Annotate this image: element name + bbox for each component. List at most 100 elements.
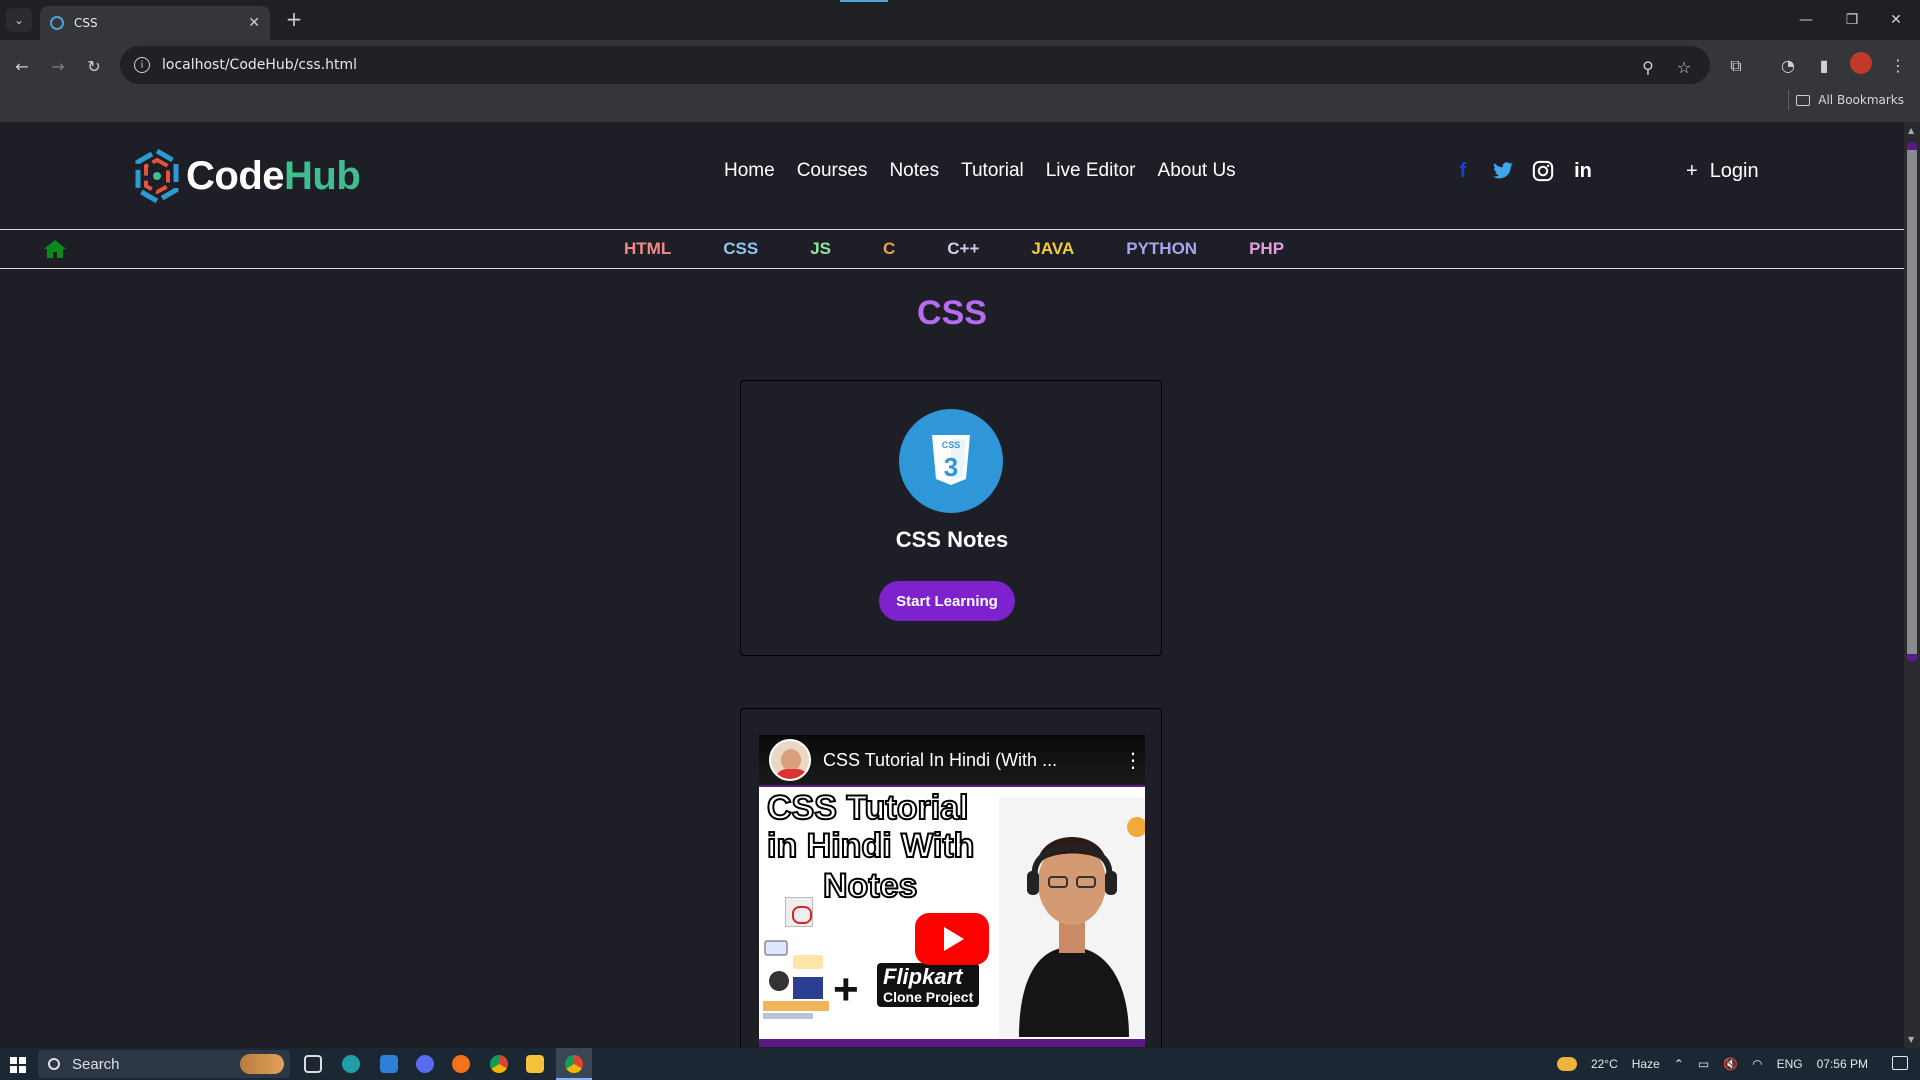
- page-scrollbar[interactable]: ▲ ▼: [1904, 122, 1920, 1048]
- edge-icon[interactable]: [342, 1055, 360, 1073]
- close-tab-icon[interactable]: ✕: [248, 15, 260, 31]
- twitter-icon[interactable]: [1492, 162, 1514, 180]
- browser-toolbar: ← → ↻ i localhost/CodeHub/css.html ⚲ ☆ ⧉…: [0, 40, 1920, 126]
- lang-java[interactable]: JAVA: [1031, 239, 1074, 259]
- flipkart-label: Flipkart: [883, 964, 963, 989]
- minimize-button[interactable]: —: [1786, 8, 1826, 32]
- media-app-icon[interactable]: [416, 1055, 434, 1073]
- login-button[interactable]: + Login: [1686, 160, 1759, 183]
- card-title: CSS Notes: [895, 527, 1009, 552]
- menu-icon[interactable]: ⋮: [1886, 54, 1910, 78]
- logo-code: Code: [186, 153, 285, 198]
- restore-button[interactable]: ❐: [1832, 8, 1872, 32]
- svg-text:3: 3: [944, 452, 958, 482]
- css3-logo-icon: CSS 3: [899, 409, 1003, 513]
- facebook-icon[interactable]: f: [1452, 160, 1474, 182]
- search-icon: [48, 1058, 60, 1070]
- play-button[interactable]: [915, 913, 989, 965]
- firefox-icon[interactable]: [452, 1055, 470, 1073]
- nav-notes[interactable]: Notes: [889, 160, 939, 182]
- bookmark-star-icon[interactable]: ☆: [1672, 56, 1696, 80]
- nav-home[interactable]: Home: [724, 160, 775, 182]
- lang-js[interactable]: JS: [810, 239, 831, 259]
- input-language[interactable]: ENG: [1777, 1057, 1803, 1071]
- nav-live-editor[interactable]: Live Editor: [1046, 160, 1136, 182]
- social-links: f in: [1452, 160, 1594, 182]
- chrome-dev-icon: [565, 1055, 583, 1073]
- flipkart-badge: Flipkart Clone Project: [877, 963, 980, 1007]
- bookmarks-label: All Bookmarks: [1818, 93, 1904, 107]
- extensions-icon[interactable]: ⧉: [1724, 54, 1748, 78]
- notifications-icon[interactable]: [1892, 1056, 1908, 1070]
- back-icon[interactable]: ←: [8, 52, 36, 80]
- nav-courses[interactable]: Courses: [797, 160, 868, 182]
- scrollbar-thumb[interactable]: [1907, 142, 1917, 662]
- start-learning-button[interactable]: Start Learning: [879, 581, 1015, 621]
- address-bar[interactable]: i localhost/CodeHub/css.html ⚲ ☆: [120, 46, 1710, 84]
- reload-icon[interactable]: ↻: [80, 52, 108, 80]
- code-illustration-icon: [763, 940, 829, 1019]
- close-window-button[interactable]: ✕: [1876, 8, 1916, 32]
- task-view-icon[interactable]: [304, 1055, 322, 1073]
- forward-icon[interactable]: →: [44, 52, 72, 80]
- active-chrome-app[interactable]: [556, 1048, 592, 1080]
- side-panel-icon[interactable]: ▮: [1812, 54, 1836, 78]
- file-explorer-icon[interactable]: [526, 1055, 544, 1073]
- nav-about-us[interactable]: About Us: [1158, 160, 1236, 182]
- notes-card: CSS 3 CSS Notes Start Learning: [740, 380, 1162, 656]
- video-header: CSS Tutorial In Hindi (With ... ⋮: [759, 735, 1145, 785]
- battery-icon[interactable]: ▭: [1698, 1057, 1709, 1071]
- lang-php[interactable]: PHP: [1249, 239, 1284, 259]
- weather-icon[interactable]: [1556, 1057, 1577, 1071]
- plus-icon: +: [833, 965, 859, 1014]
- weather-text[interactable]: Haze: [1632, 1057, 1660, 1071]
- lang-html[interactable]: HTML: [624, 239, 671, 259]
- scroll-down-icon[interactable]: ▼: [1908, 1035, 1914, 1044]
- browser-tab[interactable]: CSS ✕: [40, 6, 270, 40]
- lang-css[interactable]: CSS: [723, 239, 758, 259]
- profile-avatar[interactable]: [1850, 52, 1872, 74]
- thumbnail-text-line1: CSS Tutorial: [766, 788, 969, 828]
- taskbar-search[interactable]: Search: [38, 1050, 290, 1078]
- logo-wordmark: CodeHub: [186, 153, 361, 199]
- all-bookmarks-button[interactable]: All Bookmarks: [1796, 88, 1904, 112]
- site-header: CodeHub Home Courses Notes Tutorial Live…: [0, 122, 1904, 230]
- search-placeholder: Search: [72, 1055, 120, 1073]
- clock[interactable]: 07:56 PM: [1817, 1057, 1868, 1071]
- wifi-icon[interactable]: ◠: [1752, 1057, 1762, 1071]
- linkedin-icon[interactable]: in: [1572, 160, 1594, 182]
- scroll-up-icon[interactable]: ▲: [1908, 126, 1914, 135]
- tray-chevron-icon[interactable]: ⌃: [1674, 1057, 1684, 1071]
- lang-python[interactable]: PYTHON: [1126, 239, 1197, 259]
- codehub-logo-icon: [135, 148, 179, 204]
- chrome-icon[interactable]: [490, 1055, 508, 1073]
- lang-cpp[interactable]: C++: [947, 239, 979, 259]
- site-logo[interactable]: CodeHub: [134, 148, 361, 204]
- mail-icon[interactable]: [380, 1055, 398, 1073]
- performance-icon[interactable]: ◔: [1776, 54, 1800, 78]
- temperature[interactable]: 22°C: [1591, 1057, 1618, 1071]
- taskbar: Search 22°C Haze ⌃ ▭ 🔇 ◠ ENG 07:56 PM: [0, 1048, 1920, 1080]
- lang-c[interactable]: C: [883, 239, 895, 259]
- plus-icon: +: [1686, 160, 1698, 182]
- home-icon[interactable]: [44, 240, 66, 258]
- thumbnail-text-line2: in Hindi With: [766, 826, 975, 866]
- more-options-icon[interactable]: ⋮: [1121, 748, 1145, 772]
- zoom-icon[interactable]: ⚲: [1636, 56, 1660, 80]
- clone-project-label: Clone Project: [883, 989, 974, 1005]
- video-card: CSS Tutorial in Hindi With Notes + Flipk…: [740, 708, 1162, 1048]
- channel-avatar[interactable]: [769, 739, 811, 781]
- nav-tutorial[interactable]: Tutorial: [961, 160, 1024, 182]
- tab-list-button[interactable]: ⌄: [6, 8, 32, 32]
- folder-icon: [1796, 94, 1811, 106]
- site-info-icon[interactable]: i: [134, 57, 150, 73]
- windows-start-icon[interactable]: [10, 1057, 26, 1073]
- video-title[interactable]: CSS Tutorial In Hindi (With ...: [823, 750, 1121, 771]
- language-links: HTML CSS JS C C++ JAVA PYTHON PHP: [624, 239, 1284, 259]
- youtube-embed[interactable]: CSS Tutorial in Hindi With Notes + Flipk…: [759, 735, 1145, 1047]
- thumbnail-text-line3: Notes: [822, 866, 918, 906]
- volume-mute-icon[interactable]: 🔇: [1723, 1057, 1738, 1071]
- instagram-icon[interactable]: [1532, 160, 1554, 182]
- new-tab-button[interactable]: +: [282, 8, 306, 32]
- web-page: CodeHub Home Courses Notes Tutorial Live…: [0, 122, 1904, 1048]
